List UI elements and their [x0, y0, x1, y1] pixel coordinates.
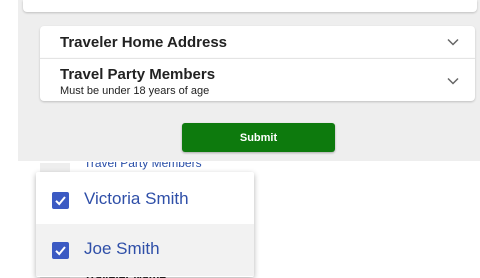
checkbox-checked[interactable]	[52, 192, 69, 209]
behind-label: Travel Party Members	[84, 162, 202, 170]
option-label: Joe Smith	[84, 239, 160, 258]
previous-section-card	[23, 0, 477, 12]
dropdown-option-joe-smith[interactable]: Joe Smith	[36, 224, 254, 276]
option-label: Victoria Smith	[84, 189, 189, 208]
chevron-down-icon[interactable]	[447, 77, 459, 85]
party-members-dropdown: Victoria Smith Joe Smith	[36, 172, 254, 277]
accordion-title: Traveler Home Address	[60, 34, 228, 51]
chevron-down-icon[interactable]	[447, 38, 459, 46]
submit-button[interactable]: Submit	[182, 123, 335, 152]
accordion-travel-party-members[interactable]: Travel Party Members Must be under 18 ye…	[40, 58, 475, 101]
checkbox-checked[interactable]	[52, 242, 69, 259]
accordion-traveler-home-address[interactable]: Traveler Home Address	[40, 26, 475, 58]
dropdown-option-victoria-smith[interactable]: Victoria Smith	[36, 174, 254, 226]
accordion-subtitle: Must be under 18 years of age	[60, 85, 210, 97]
accordion-title: Travel Party Members	[60, 66, 216, 83]
check-icon	[55, 196, 66, 206]
check-icon	[55, 246, 66, 256]
